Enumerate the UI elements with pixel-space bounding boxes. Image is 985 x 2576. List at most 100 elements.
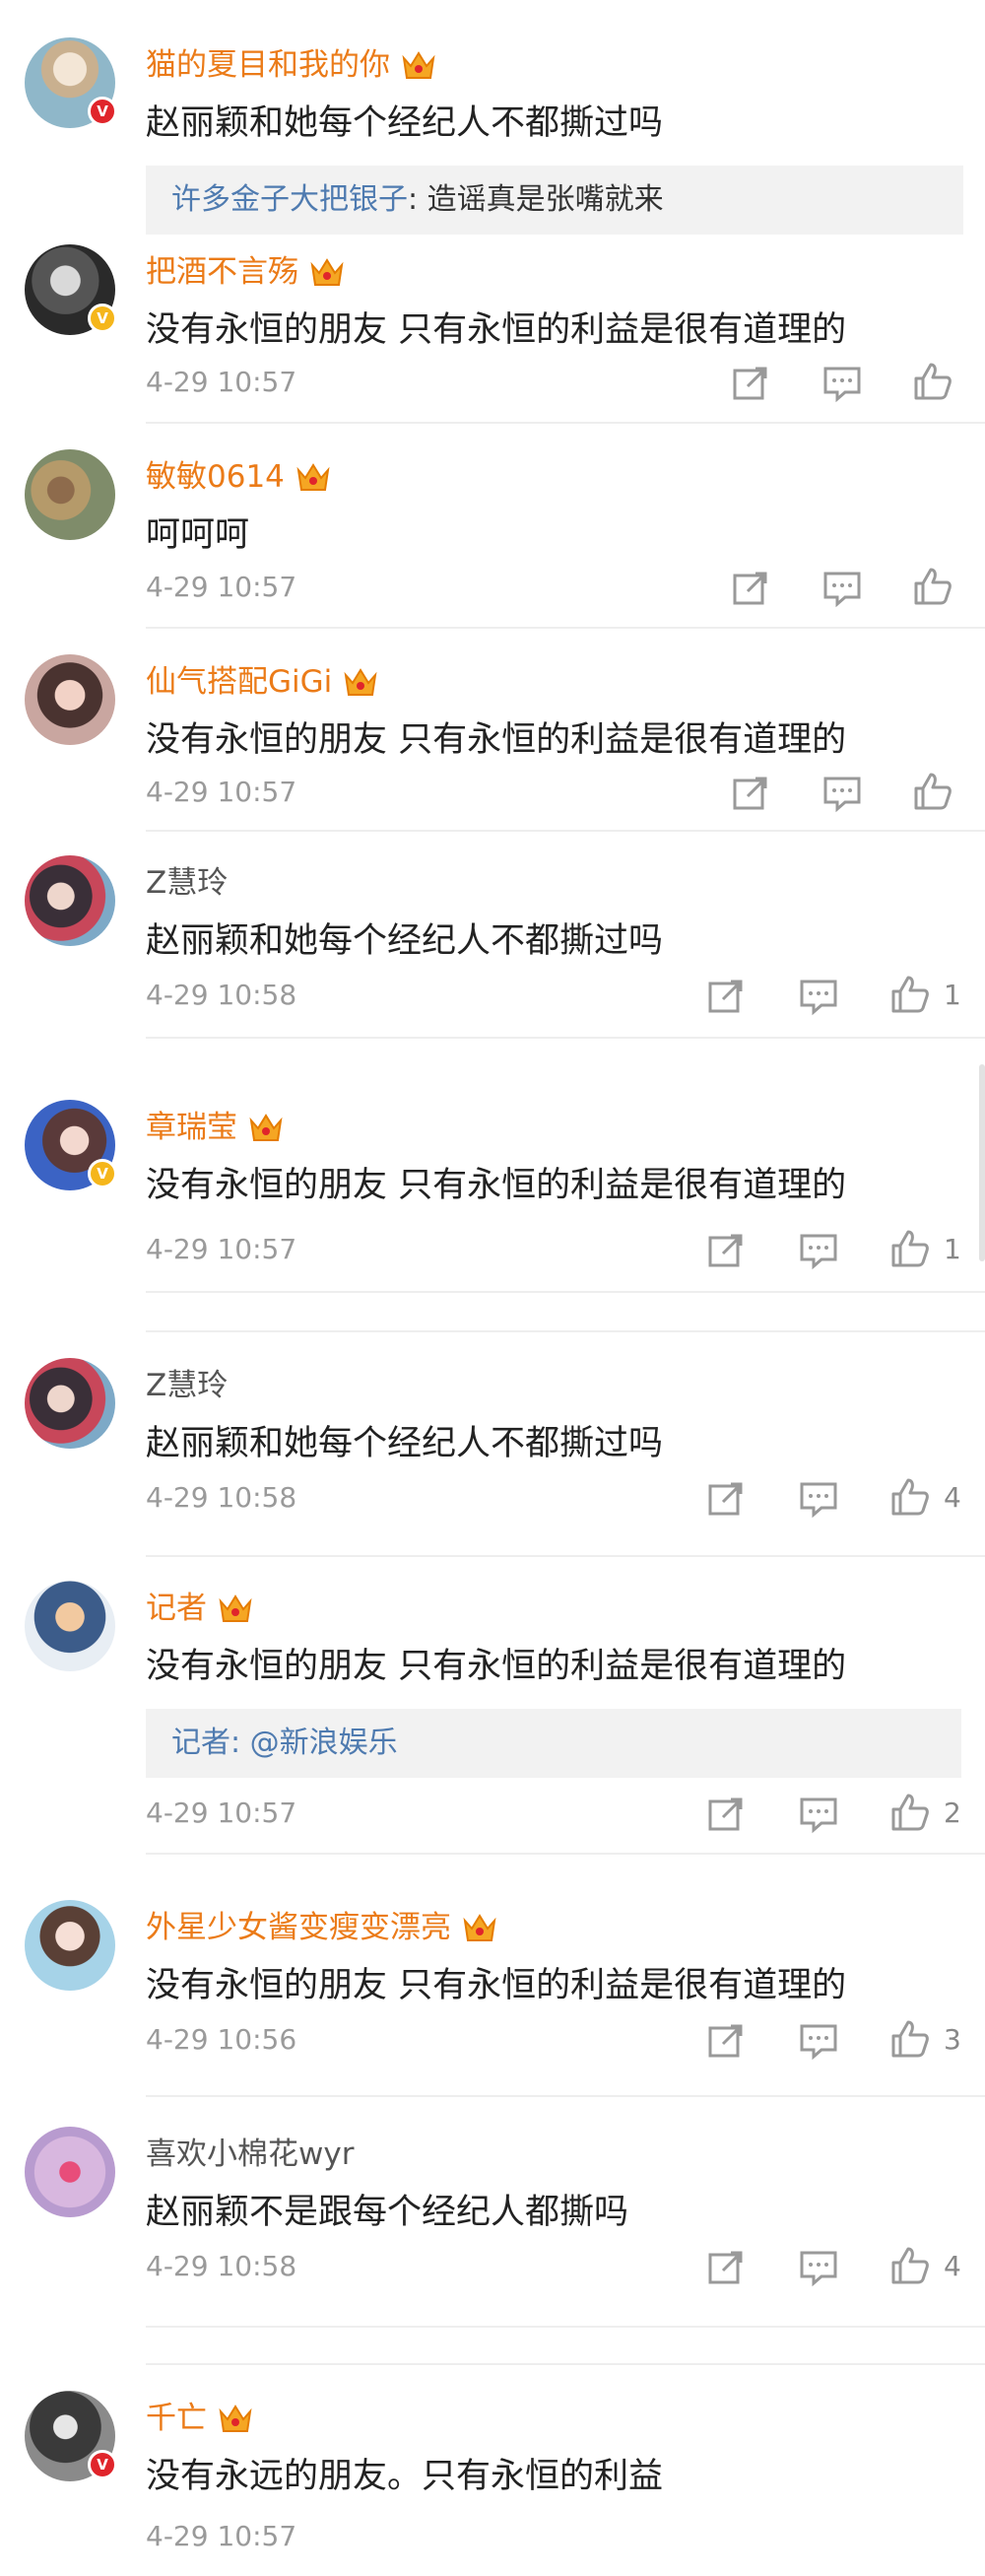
divider <box>146 2363 985 2365</box>
comment-time: 4-29 10:57 <box>146 1233 297 1265</box>
username-label: 猫的夏目和我的你 <box>146 47 390 83</box>
comment-time: 4-29 10:57 <box>146 1796 297 1829</box>
like-icon[interactable] <box>889 1476 931 1518</box>
username[interactable]: 仙气搭配GiGi <box>146 662 379 702</box>
comment-icon[interactable] <box>798 1478 839 1520</box>
vip-crown-icon <box>219 2405 252 2432</box>
avatar[interactable] <box>25 1900 115 1991</box>
username-label: 把酒不言殇 <box>146 254 298 290</box>
divider <box>146 830 985 832</box>
like-count: 1 <box>944 1233 961 1265</box>
comment-text: 赵丽颖和她每个经纪人不都撕过吗 <box>146 921 664 961</box>
username[interactable]: 喜欢小棉花wyr <box>146 2135 354 2174</box>
repost-icon[interactable] <box>705 1230 747 1271</box>
comment-time: 4-29 10:58 <box>146 1481 297 1514</box>
username[interactable]: 把酒不言殇 <box>146 252 346 292</box>
repost-icon[interactable] <box>705 2247 747 2288</box>
divider <box>146 422 985 424</box>
avatar[interactable]: V <box>25 2391 117 2481</box>
like-icon[interactable] <box>912 361 953 402</box>
like-icon[interactable] <box>912 771 953 812</box>
username-label: 仙气搭配GiGi <box>146 664 333 700</box>
username-label: 敏敏0614 <box>146 459 285 495</box>
like-icon[interactable] <box>889 1228 931 1269</box>
avatar[interactable] <box>25 449 115 540</box>
divider <box>146 1330 985 1332</box>
like-count: 2 <box>944 1796 961 1829</box>
username[interactable]: 外星少女酱变瘦变漂亮 <box>146 1908 498 1947</box>
avatar[interactable] <box>25 2127 115 2217</box>
reply-author[interactable]: 记者 <box>171 1726 230 1760</box>
username-label: 记者 <box>146 1591 207 1626</box>
reply-preview[interactable]: 许多金子大把银子: 造谣真是张嘴就来 <box>146 166 963 235</box>
comment-icon[interactable] <box>798 976 839 1017</box>
comment-time: 4-29 10:57 <box>146 2520 297 2552</box>
divider <box>146 1291 985 1293</box>
comment-icon[interactable] <box>798 2247 839 2288</box>
comment-time: 4-29 10:58 <box>146 2250 297 2282</box>
avatar[interactable] <box>25 654 115 745</box>
username-label: 章瑞莹 <box>146 1110 237 1145</box>
comment-text: 赵丽颖和她每个经纪人不都撕过吗 <box>146 1424 664 1463</box>
username[interactable]: Z慧玲 <box>146 1366 228 1405</box>
username[interactable]: Z慧玲 <box>146 863 228 903</box>
divider <box>146 1037 985 1039</box>
repost-icon[interactable] <box>705 976 747 1017</box>
comment-icon[interactable] <box>798 1794 839 1835</box>
comment-icon[interactable] <box>798 2020 839 2062</box>
username[interactable]: 章瑞莹 <box>146 1108 285 1147</box>
verified-v-icon: V <box>88 1159 117 1188</box>
reply-text[interactable]: : @新浪娱乐 <box>230 1726 398 1760</box>
repost-icon[interactable] <box>730 363 771 404</box>
comment-time: 4-29 10:57 <box>146 776 297 808</box>
like-icon[interactable] <box>889 974 931 1015</box>
reply-preview[interactable]: 记者: @新浪娱乐 <box>146 1709 961 1778</box>
like-icon[interactable] <box>889 2018 931 2060</box>
username[interactable]: 猫的夏目和我的你 <box>146 45 437 85</box>
comment-text: 没有永恒的朋友 只有永恒的利益是很有道理的 <box>146 1166 847 1205</box>
like-count: 4 <box>944 1481 961 1514</box>
avatar[interactable]: V <box>25 37 117 128</box>
username-label: 千亡 <box>146 2401 207 2436</box>
username[interactable]: 敏敏0614 <box>146 457 332 497</box>
avatar[interactable] <box>25 1581 115 1671</box>
comment-time: 4-29 10:57 <box>146 571 297 603</box>
username-label: 喜欢小棉花wyr <box>146 2136 355 2172</box>
username[interactable]: 记者 <box>146 1589 254 1628</box>
avatar[interactable] <box>25 855 115 946</box>
vip-crown-icon <box>402 51 435 79</box>
repost-icon[interactable] <box>730 773 771 814</box>
repost-icon[interactable] <box>705 1794 747 1835</box>
comment-text: 没有永恒的朋友 只有永恒的利益是很有道理的 <box>146 1647 847 1686</box>
reply-text: : 造谣真是张嘴就来 <box>408 182 664 217</box>
repost-icon[interactable] <box>705 1478 747 1520</box>
comment-icon[interactable] <box>821 363 863 404</box>
comment-time: 4-29 10:57 <box>146 366 297 398</box>
avatar[interactable]: V <box>25 244 117 335</box>
like-count: 4 <box>944 2250 961 2282</box>
scrollbar[interactable] <box>979 1064 985 1261</box>
divider <box>146 2095 985 2097</box>
vip-crown-icon <box>344 668 377 696</box>
reply-author[interactable]: 许多金子大把银子 <box>171 182 408 217</box>
vip-crown-icon <box>296 463 330 491</box>
repost-icon[interactable] <box>730 568 771 609</box>
comment-time: 4-29 10:56 <box>146 2023 297 2056</box>
vip-crown-icon <box>310 258 344 286</box>
repost-icon[interactable] <box>705 2020 747 2062</box>
comment-text: 没有永远的朋友。只有永恒的利益 <box>146 2457 664 2496</box>
username[interactable]: 千亡 <box>146 2399 254 2438</box>
comment-icon[interactable] <box>821 773 863 814</box>
like-icon[interactable] <box>889 2245 931 2286</box>
like-icon[interactable] <box>889 1792 931 1833</box>
avatar[interactable] <box>25 1358 115 1449</box>
divider <box>146 2326 985 2328</box>
comment-icon[interactable] <box>798 1230 839 1271</box>
divider <box>146 1555 985 1557</box>
comment-time: 4-29 10:58 <box>146 979 297 1011</box>
avatar[interactable]: V <box>25 1100 117 1190</box>
like-icon[interactable] <box>912 566 953 607</box>
comment-text: 没有永恒的朋友 只有永恒的利益是很有道理的 <box>146 720 847 760</box>
like-count: 1 <box>944 979 961 1011</box>
comment-icon[interactable] <box>821 568 863 609</box>
